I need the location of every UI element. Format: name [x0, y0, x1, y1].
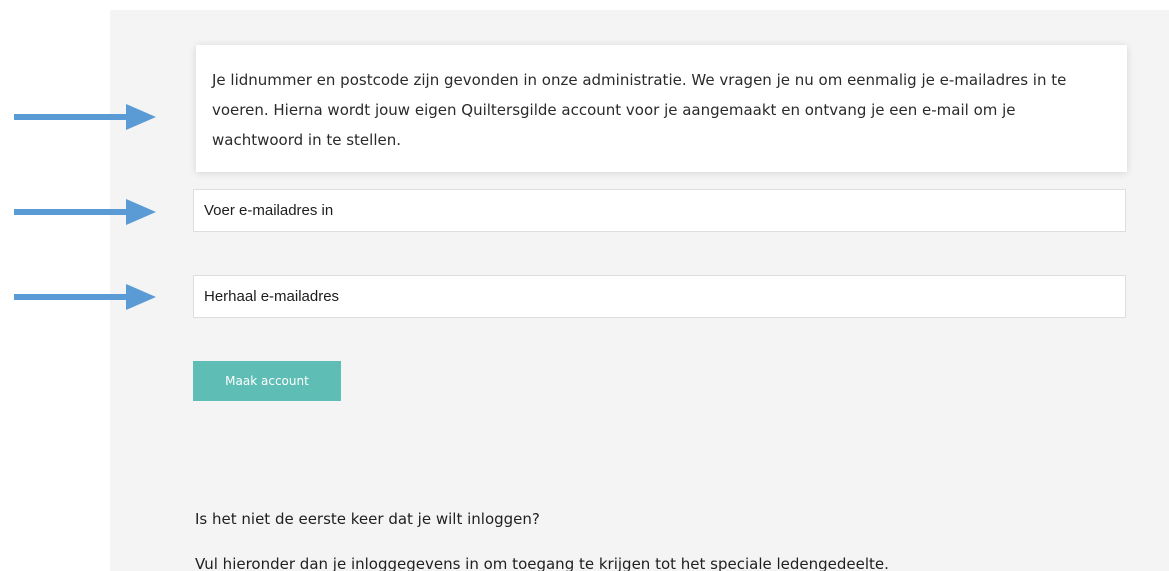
- content-panel: Je lidnummer en postcode zijn gevonden i…: [110, 10, 1169, 571]
- email-field[interactable]: [193, 189, 1126, 232]
- create-account-button[interactable]: Maak account: [193, 361, 341, 401]
- info-box: Je lidnummer en postcode zijn gevonden i…: [196, 45, 1127, 172]
- arrow-right-icon: [14, 199, 156, 225]
- arrow-right-icon: [14, 104, 156, 130]
- arrow-right-icon: [14, 284, 156, 310]
- email-repeat-field[interactable]: [193, 275, 1126, 318]
- login-question: Is het niet de eerste keer dat je wilt i…: [195, 510, 540, 528]
- login-instruction: Vul hieronder dan je inloggegevens in om…: [195, 555, 889, 571]
- info-message: Je lidnummer en postcode zijn gevonden i…: [212, 71, 1067, 149]
